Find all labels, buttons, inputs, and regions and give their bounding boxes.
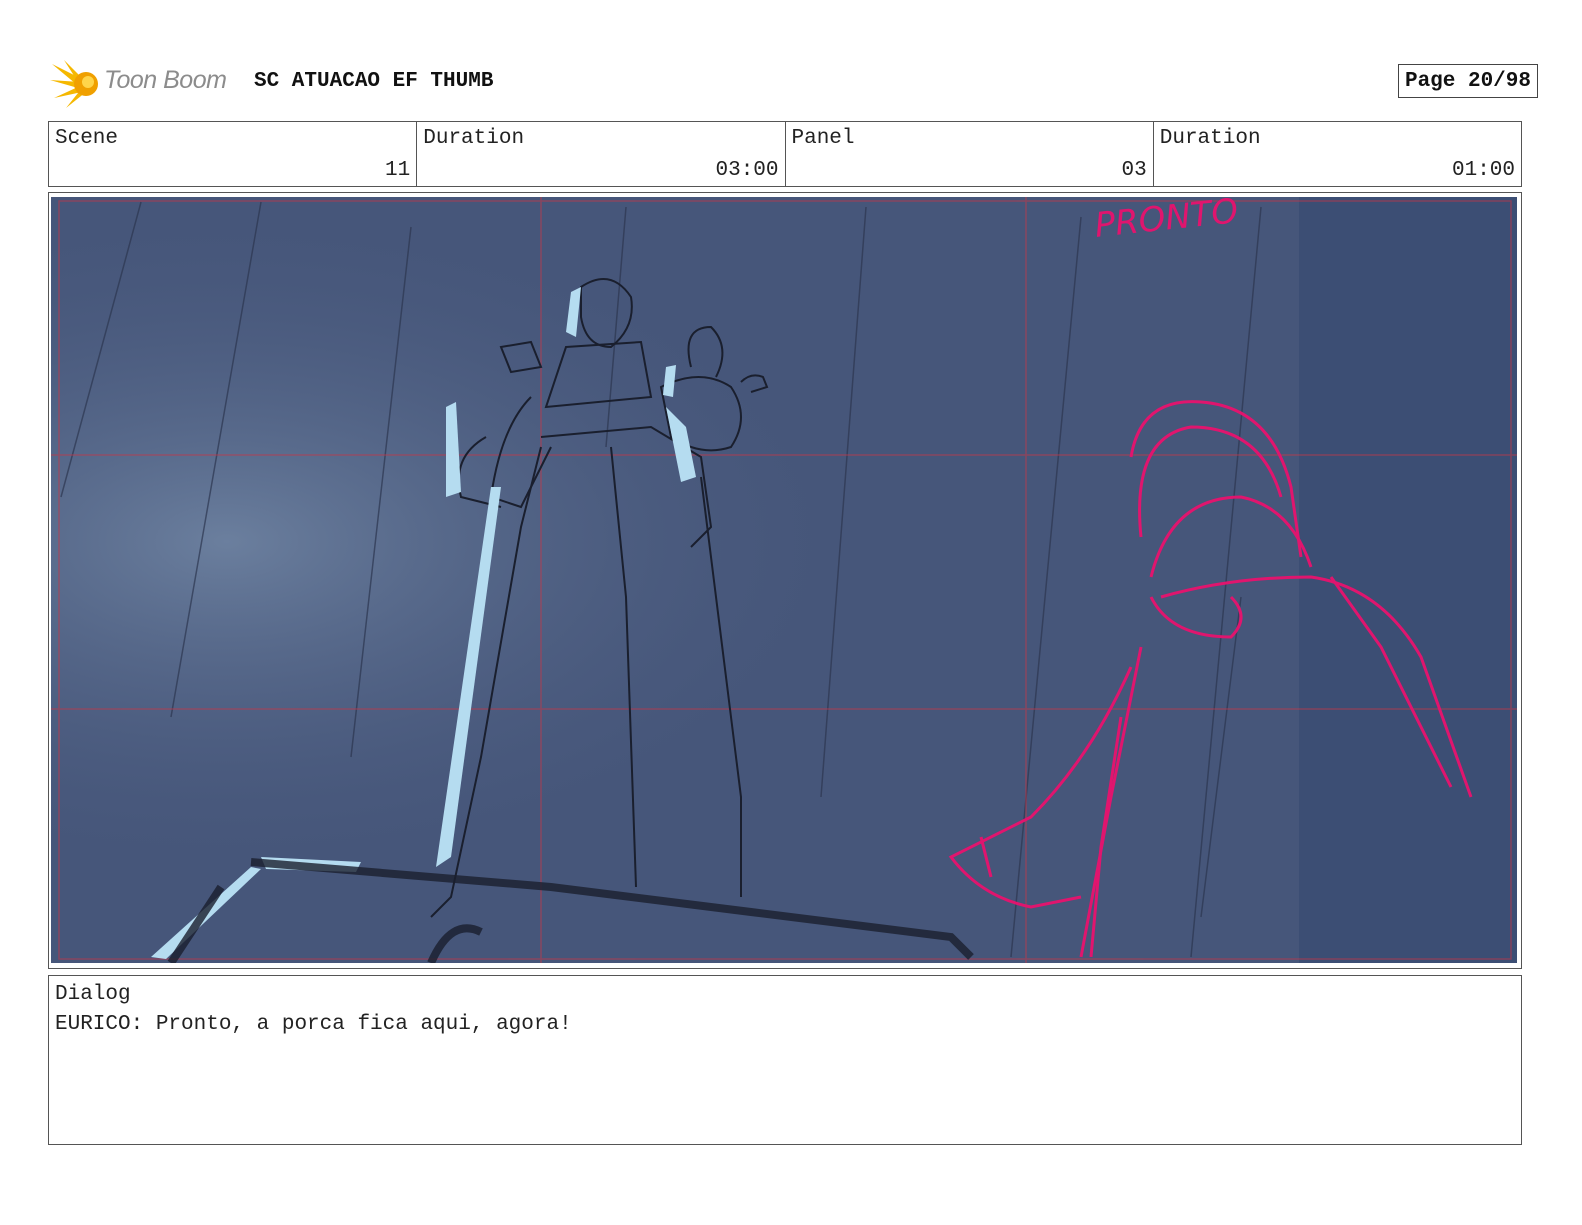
storyboard-sketch: PRONTO bbox=[51, 197, 1517, 963]
document-title: SC ATUACAO EF THUMB bbox=[254, 70, 494, 93]
scene-info-table: Scene 11 Duration 03:00 Panel 03 Duratio… bbox=[48, 121, 1522, 187]
panel-duration-value: 01:00 bbox=[1451, 159, 1515, 182]
scene-duration-cell: Duration 03:00 bbox=[417, 122, 786, 186]
dialog-box: Dialog EURICO: Pronto, a porca fica aqui… bbox=[48, 975, 1522, 1145]
scene-duration-label: Duration bbox=[423, 127, 525, 150]
scene-value: 11 bbox=[385, 159, 411, 182]
dialog-label: Dialog bbox=[55, 983, 131, 1006]
page-header: Toon Boom SC ATUACAO EF THUMB Page 20/98 bbox=[50, 56, 1538, 108]
panel-duration-label: Duration bbox=[1159, 127, 1261, 150]
scene-duration-value: 03:00 bbox=[715, 159, 779, 182]
storyboard-panel-frame: PRONTO bbox=[48, 192, 1522, 969]
dialog-text: EURICO: Pronto, a porca fica aqui, agora… bbox=[55, 1013, 572, 1036]
scene-cell: Scene 11 bbox=[49, 122, 418, 186]
panel-duration-cell: Duration 01:00 bbox=[1154, 122, 1521, 186]
panel-cell: Panel 03 bbox=[786, 122, 1154, 186]
page-indicator: Page 20/98 bbox=[1397, 64, 1538, 98]
panel-label: Panel bbox=[791, 127, 855, 150]
toon-boom-logo: Toon Boom bbox=[50, 56, 250, 108]
scene-label: Scene bbox=[55, 127, 119, 150]
panel-value: 03 bbox=[1121, 159, 1147, 182]
starburst-icon bbox=[50, 60, 98, 108]
brand-name: Toon Boom bbox=[104, 66, 227, 94]
